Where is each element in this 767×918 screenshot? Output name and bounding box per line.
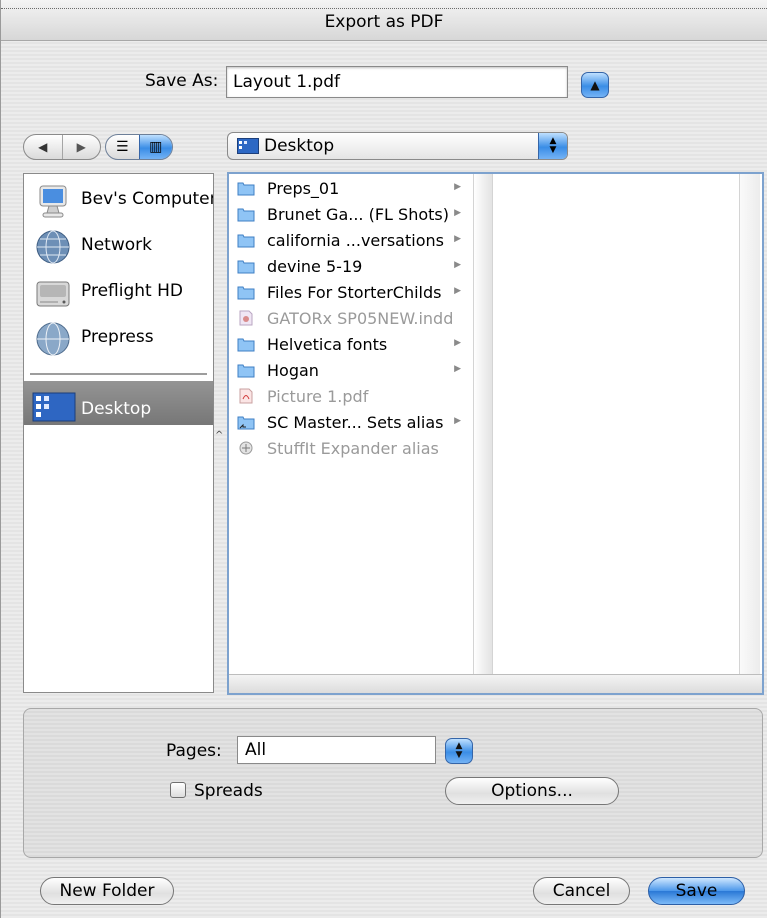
back-arrow-icon[interactable]: ◀ (24, 135, 63, 159)
file-name: Helvetica fonts (267, 335, 388, 354)
splitter-handle[interactable]: ^ (215, 430, 223, 441)
options-button[interactable]: Options... (445, 777, 619, 805)
file-name: SC Master... Sets alias (267, 413, 444, 432)
sidebar-item-desktop[interactable]: Desktop (24, 381, 213, 425)
folder-icon (237, 338, 255, 352)
folder-icon (237, 182, 255, 196)
view-mode-buttons: ☰ ▥ (105, 134, 173, 160)
file-list-item[interactable]: Preps_01 ▶ (229, 176, 473, 202)
network-volume-icon (36, 322, 70, 356)
pdf-document-icon (239, 388, 253, 404)
pages-popup-arrows[interactable]: ▲ ▼ (445, 738, 473, 764)
sidebar-item-label: Desktop (81, 399, 152, 419)
file-name: devine 5-19 (267, 257, 363, 276)
sidebar-item-label: Preflight HD (81, 281, 183, 301)
save-as-input[interactable]: Layout 1.pdf (226, 66, 568, 98)
file-name: Brunet Ga... (FL Shots) (267, 205, 449, 224)
file-name: Preps_01 (267, 179, 340, 198)
back-forward-buttons: ◀ ▶ (23, 134, 101, 160)
sidebar-item-label: Network (81, 235, 152, 255)
disclosure-arrow-icon: ▶ (454, 260, 461, 270)
folder-icon (237, 364, 255, 378)
location-label: Desktop (264, 136, 335, 156)
sidebar-item-label: Prepress (81, 327, 154, 347)
folder-icon (237, 286, 255, 300)
file-name: Files For StorterChilds (267, 283, 442, 302)
computer-icon (39, 185, 67, 218)
folder-icon (237, 208, 255, 222)
sidebar: Bev's Computer Network Preflight HD Prep… (23, 173, 214, 693)
file-browser: Preps_01 ▶ Brunet Ga... (FL Shots) ▶ califor… (227, 172, 764, 695)
list-view-icon[interactable]: ☰ (106, 135, 139, 159)
file-name: Picture 1.pdf (267, 387, 369, 406)
file-name: GATORx SP05NEW.indd (267, 309, 454, 328)
disclosure-arrow-icon: ▶ (454, 208, 461, 218)
file-name: StuffIt Expander alias (267, 439, 439, 458)
column-scroll-area (739, 174, 760, 675)
disclosure-arrow-icon: ▶ (454, 416, 461, 426)
spreads-checkbox[interactable] (170, 782, 186, 798)
file-list-item: Picture 1.pdf (229, 384, 473, 410)
up-down-arrows-icon: ▲ ▼ (538, 133, 567, 159)
folder-icon (237, 234, 255, 248)
file-name: Hogan (267, 361, 319, 380)
file-name: california ...versations (267, 231, 444, 250)
disclosure-arrow-icon: ▶ (454, 182, 461, 192)
folder-icon (237, 260, 255, 274)
disclosure-arrow-icon: ▶ (454, 364, 461, 374)
new-folder-button[interactable]: New Folder (40, 877, 174, 905)
column-resizer[interactable] (473, 174, 493, 675)
indesign-document-icon (239, 310, 253, 326)
file-list-item[interactable]: SC Master... Sets alias ▶ (229, 410, 473, 436)
disclosure-arrow-icon: ▶ (454, 286, 461, 296)
cancel-button[interactable]: Cancel (533, 877, 630, 905)
location-popup[interactable]: Desktop ▲ ▼ (227, 132, 568, 160)
sidebar-item-label: Bev's Computer (81, 189, 214, 209)
sidebar-divider (30, 373, 207, 375)
export-pdf-dialog: Export as PDF Save As: Layout 1.pdf ▲ ◀ … (0, 0, 767, 918)
desktop-folder-icon (32, 392, 76, 422)
column-view-icon[interactable]: ▥ (138, 135, 172, 159)
forward-arrow-icon[interactable]: ▶ (63, 135, 101, 159)
disclosure-arrow-icon: ▶ (454, 338, 461, 348)
sidebar-item-computer[interactable]: Bev's Computer (24, 178, 213, 222)
desktop-folder-icon (237, 138, 259, 154)
export-options-panel (23, 708, 763, 858)
file-list-item[interactable]: Files For StorterChilds ▶ (229, 280, 473, 306)
collapse-dialog-button[interactable]: ▲ (581, 72, 609, 98)
sidebar-item-preflight-hd[interactable]: Preflight HD (24, 270, 213, 314)
window-title: Export as PDF (1, 0, 767, 41)
file-list-item[interactable]: devine 5-19 ▶ (229, 254, 473, 280)
save-as-label: Save As: (145, 71, 219, 91)
pages-select[interactable]: All (237, 736, 436, 764)
file-list-item[interactable]: Hogan ▶ (229, 358, 473, 384)
pages-label: Pages: (166, 741, 222, 761)
file-list-item: GATORx SP05NEW.indd (229, 306, 473, 332)
spreads-label: Spreads (194, 781, 263, 801)
file-list-item[interactable]: california ...versations ▶ (229, 228, 473, 254)
network-globe-icon (36, 230, 70, 264)
save-button[interactable]: Save (648, 877, 745, 905)
triangle-up-icon: ▲ (590, 78, 600, 92)
horizontal-scrollbar[interactable] (229, 674, 762, 693)
sidebar-item-network[interactable]: Network (24, 224, 213, 268)
sidebar-item-prepress[interactable]: Prepress (24, 316, 213, 360)
folder-alias-icon (237, 416, 255, 430)
application-alias-icon (239, 441, 253, 455)
disclosure-arrow-icon: ▶ (454, 234, 461, 244)
file-list-item[interactable]: Brunet Ga... (FL Shots) ▶ (229, 202, 473, 228)
down-arrow-icon: ▼ (455, 750, 463, 760)
hard-disk-icon (36, 281, 70, 307)
file-list-item: StuffIt Expander alias (229, 436, 473, 462)
file-list-item[interactable]: Helvetica fonts ▶ (229, 332, 473, 358)
